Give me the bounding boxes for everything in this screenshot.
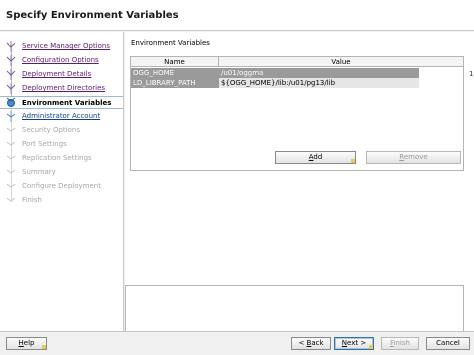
next-button[interactable]: Next > (334, 337, 374, 350)
step-label: Service Manager Options (22, 42, 111, 50)
step-label: Summary (22, 168, 56, 176)
remove-button[interactable]: Remove (366, 151, 461, 164)
page-title: Specify Environment Variables (6, 10, 179, 21)
step-label: Port Settings (22, 140, 67, 148)
steps-navigation: Service Manager Options Configuration Op… (0, 32, 124, 332)
step-label: Configuration Options (22, 56, 99, 64)
help-button-label: elp (23, 339, 35, 347)
pending-step-icon (6, 183, 16, 188)
visited-step-icon (6, 41, 16, 52)
step-label: Finish (22, 196, 42, 204)
env-value-cell[interactable]: ${OGG_HOME}/lib:/u01/pg13/lib (219, 78, 419, 88)
current-step-icon (6, 97, 16, 107)
button-corner-marker (369, 345, 373, 349)
back-button-prefix: < (298, 339, 307, 347)
row-indicator: 1 (469, 70, 474, 78)
title-bar: Specify Environment Variables (0, 0, 474, 31)
add-button-label: dd (313, 153, 323, 161)
step-configure-deployment: Configure Deployment (0, 180, 123, 193)
env-variables-label: Environment Variables (131, 39, 210, 47)
remove-button-label: emove (403, 153, 428, 161)
button-corner-marker (42, 345, 46, 349)
back-button[interactable]: < Back (291, 337, 331, 350)
column-header-name[interactable]: Name (131, 57, 219, 67)
footer-bar: Help < Back Next > Finish Cancel (0, 331, 474, 355)
visited-step-icon (6, 83, 16, 94)
step-replication-settings: Replication Settings (0, 152, 123, 165)
add-button[interactable]: Add (275, 151, 356, 164)
step-label: Environment Variables (22, 99, 112, 107)
step-environment-variables[interactable]: Environment Variables (0, 96, 123, 109)
step-label: Deployment Details (22, 70, 92, 78)
help-button[interactable]: Help (6, 337, 47, 350)
pending-step-icon (6, 197, 16, 202)
step-configuration-options[interactable]: Configuration Options (0, 54, 123, 67)
step-finish: Finish (0, 194, 123, 207)
table-row[interactable]: LD_LIBRARY_PATH ${OGG_HOME}/lib:/u01/pg1… (131, 78, 463, 88)
cancel-button[interactable]: Cancel (426, 337, 470, 350)
step-port-settings: Port Settings (0, 138, 123, 151)
step-administrator-account[interactable]: Administrator Account (0, 110, 123, 123)
step-label: Configure Deployment (22, 182, 101, 190)
pending-step-icon (6, 127, 16, 132)
step-deployment-directories[interactable]: Deployment Directories (0, 82, 123, 95)
pending-step-icon (6, 169, 16, 174)
step-service-manager-options[interactable]: Service Manager Options (0, 40, 123, 53)
pending-step-icon (6, 155, 16, 160)
step-label: Replication Settings (22, 154, 92, 162)
button-corner-marker (351, 159, 355, 163)
step-label: Security Options (22, 126, 80, 134)
column-header-value[interactable]: Value (219, 57, 463, 67)
step-label: Deployment Directories (22, 84, 106, 92)
env-name-cell[interactable]: OGG_HOME (131, 68, 219, 78)
finish-button[interactable]: Finish (381, 337, 419, 350)
env-name-cell[interactable]: LD_LIBRARY_PATH (131, 78, 219, 88)
content-panel: Environment Variables Name Value OGG_HOM… (125, 32, 474, 355)
step-summary: Summary (0, 166, 123, 179)
message-area (125, 285, 464, 333)
pending-step-icon (6, 141, 16, 146)
visited-step-icon (6, 69, 16, 80)
table-row[interactable]: OGG_HOME /u01/oggma (131, 68, 463, 78)
step-security-options: Security Options (0, 124, 123, 137)
finish-button-label: inish (393, 339, 410, 347)
next-button-label: ext > (347, 339, 367, 347)
env-value-cell[interactable]: /u01/oggma (219, 68, 419, 78)
step-label: Administrator Account (22, 112, 101, 120)
visited-step-icon (6, 55, 16, 66)
step-deployment-details[interactable]: Deployment Details (0, 68, 123, 81)
next-step-icon (6, 111, 16, 122)
back-button-label: ack (311, 339, 324, 347)
